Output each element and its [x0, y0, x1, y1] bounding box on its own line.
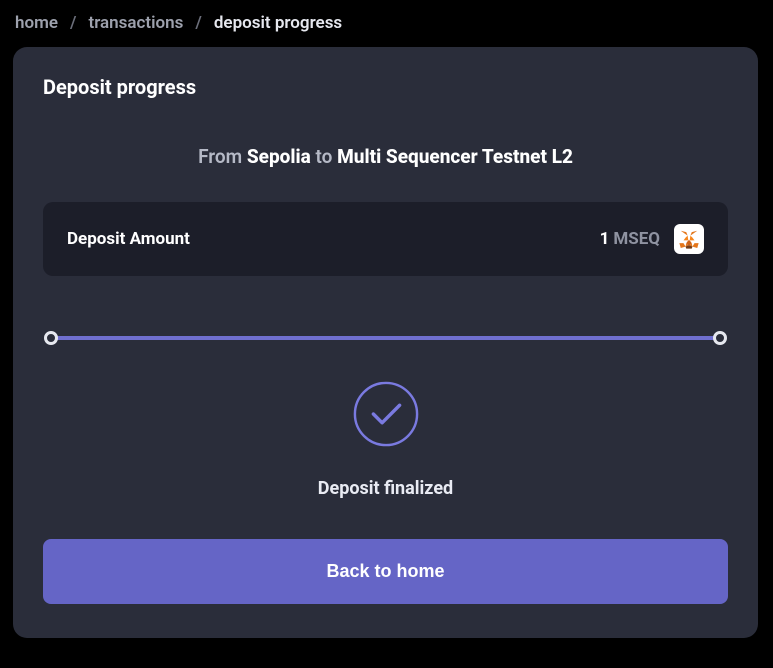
status-text: Deposit finalized: [43, 478, 728, 499]
deposit-amount-symbol: MSEQ: [613, 229, 660, 249]
breadcrumb-item-current: deposit progress: [214, 13, 342, 33]
card-title: Deposit progress: [43, 75, 728, 99]
breadcrumb-item-transactions[interactable]: transactions: [89, 13, 184, 33]
deposit-amount-right: 1 MSEQ: [600, 224, 704, 254]
breadcrumb-item-home[interactable]: home: [15, 13, 58, 33]
deposit-progress-card: Deposit progress From Sepolia to Multi S…: [13, 47, 758, 638]
route-to-chain: Multi Sequencer Testnet L2: [337, 145, 573, 168]
deposit-amount-row: Deposit Amount 1 MSEQ: [43, 202, 728, 276]
route-from-chain: Sepolia: [247, 145, 311, 168]
route-from-label: From: [198, 145, 242, 168]
breadcrumb: home / transactions / deposit progress: [13, 13, 760, 47]
back-to-home-button[interactable]: Back to home: [43, 539, 728, 604]
token-icon-badge: [674, 224, 704, 254]
route-summary: From Sepolia to Multi Sequencer Testnet …: [43, 145, 728, 168]
status-icon-wrap: [43, 380, 728, 448]
metamask-fox-icon: [678, 228, 700, 250]
progress-node-end: [713, 331, 727, 345]
route-to-label: to: [315, 145, 332, 168]
progress-node-start: [44, 331, 58, 345]
breadcrumb-separator: /: [195, 13, 201, 33]
deposit-amount-value: 1: [600, 229, 610, 249]
check-circle-icon: [352, 380, 420, 448]
breadcrumb-separator: /: [70, 13, 76, 33]
progress-track: [43, 330, 728, 346]
deposit-amount-label: Deposit Amount: [67, 229, 190, 249]
